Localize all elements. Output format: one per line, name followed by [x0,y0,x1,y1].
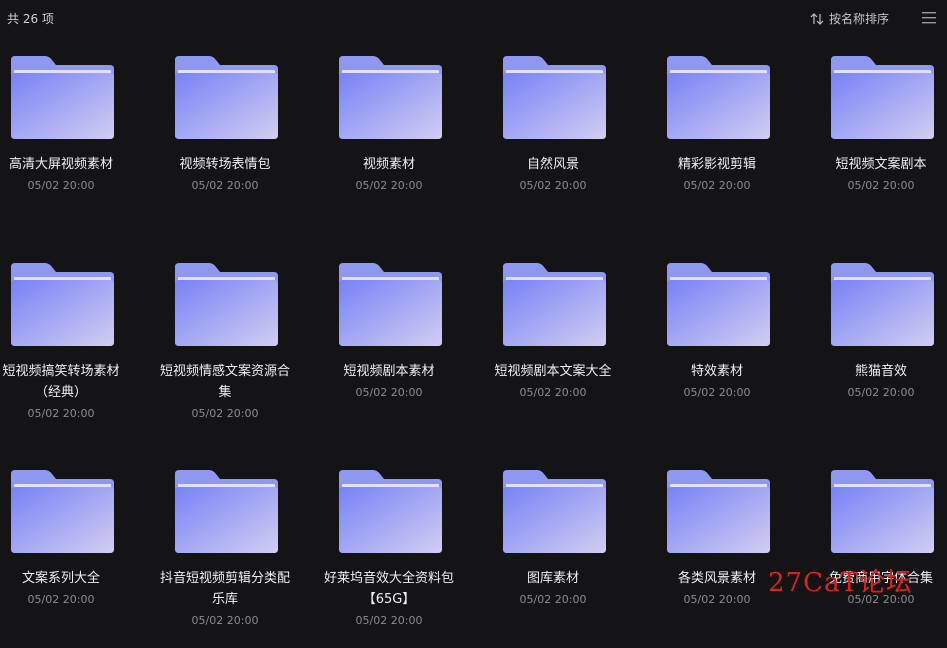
folder-title: 短视频剧本文案大全 [494,364,612,379]
folder-name: 视频转场表情包 05/02 20:00 [155,154,295,196]
folder-item[interactable]: 各类风景素材 05/02 20:00 [647,448,787,648]
folder-item[interactable]: 短视频搞笑转场素材（经典） 05/02 20:00 [0,241,131,441]
folder-item[interactable]: 文案系列大全 05/02 20:00 [0,448,131,648]
folder-icon [503,263,606,346]
folder-date: 05/02 20:00 [191,407,259,420]
toolbar: 共 26 项 按名称排序 [0,0,947,34]
folder-name: 短视频搞笑转场素材（经典） 05/02 20:00 [0,361,131,424]
folder-date: 05/02 20:00 [191,614,259,627]
folder-date: 05/02 20:00 [27,407,95,420]
folder-date: 05/02 20:00 [847,386,915,399]
folder-date: 05/02 20:00 [847,179,915,192]
folder-name: 免费商用字体合集 05/02 20:00 [811,568,947,610]
folder-name: 文案系列大全 05/02 20:00 [0,568,131,610]
folder-item[interactable]: 抖音短视频剪辑分类配乐库 05/02 20:00 [155,448,295,648]
folder-date: 05/02 20:00 [683,593,751,606]
sort-label: 按名称排序 [829,12,890,26]
folder-date: 05/02 20:00 [355,614,423,627]
folder-date: 05/02 20:00 [519,593,587,606]
folder-title: 特效素材 [690,364,743,379]
folder-name: 好莱坞音效大全资料包【65G】 05/02 20:00 [319,568,459,631]
folder-icon [667,263,770,346]
folder-icon [175,470,278,553]
folder-name: 短视频情感文案资源合集 05/02 20:00 [155,361,295,424]
folder-icon [339,263,442,346]
folder-item[interactable]: 特效素材 05/02 20:00 [647,241,787,441]
folder-name: 短视频文案剧本 05/02 20:00 [811,154,947,196]
folder-item[interactable]: 高清大屏视频素材 05/02 20:00 [0,34,131,234]
folder-title: 视频素材 [362,157,415,172]
folder-item[interactable]: 好莱坞音效大全资料包【65G】 05/02 20:00 [319,448,459,648]
folder-name: 熊猫音效 05/02 20:00 [811,361,947,403]
folder-title: 短视频剧本素材 [343,364,435,379]
item-count: 共 26 项 [7,12,54,26]
folder-icon [667,470,770,553]
folder-title: 自然风景 [526,157,579,172]
folder-icon [175,56,278,139]
folder-item[interactable]: 视频素材 05/02 20:00 [319,34,459,234]
folder-icon [831,470,934,553]
folder-icon [11,263,114,346]
view-menu-icon[interactable] [921,10,937,24]
folder-title: 免费商用字体合集 [828,571,933,586]
folder-item[interactable]: 短视频剧本素材 05/02 20:00 [319,241,459,441]
folder-title: 熊猫音效 [854,364,907,379]
folder-title: 各类风景素材 [677,571,756,586]
folder-date: 05/02 20:00 [519,179,587,192]
folder-date: 05/02 20:00 [683,179,751,192]
folder-name: 精彩影视剪辑 05/02 20:00 [647,154,787,196]
sort-button[interactable]: 按名称排序 [810,10,889,27]
folder-title: 短视频搞笑转场素材（经典） [2,364,120,400]
folder-item[interactable]: 免费商用字体合集 05/02 20:00 [811,448,947,648]
folder-title: 视频转场表情包 [179,157,271,172]
folder-title: 短视频文案剧本 [835,157,927,172]
folder-date: 05/02 20:00 [191,179,259,192]
folder-date: 05/02 20:00 [519,386,587,399]
folder-item[interactable]: 精彩影视剪辑 05/02 20:00 [647,34,787,234]
folder-icon [503,470,606,553]
folder-title: 好莱坞音效大全资料包【65G】 [323,571,454,607]
folder-name: 视频素材 05/02 20:00 [319,154,459,196]
folder-date: 05/02 20:00 [847,593,915,606]
folder-date: 05/02 20:00 [355,179,423,192]
folder-name: 抖音短视频剪辑分类配乐库 05/02 20:00 [155,568,295,631]
folder-icon [339,470,442,553]
folder-date: 05/02 20:00 [355,386,423,399]
folder-item[interactable]: 熊猫音效 05/02 20:00 [811,241,947,441]
folder-item[interactable]: 短视频文案剧本 05/02 20:00 [811,34,947,234]
folder-date: 05/02 20:00 [27,593,95,606]
folder-icon [11,56,114,139]
folder-title: 精彩影视剪辑 [677,157,756,172]
folder-title: 高清大屏视频素材 [8,157,113,172]
folder-icon [831,56,934,139]
folder-icon [667,56,770,139]
folder-name: 短视频剧本文案大全 05/02 20:00 [483,361,623,403]
folder-icon [175,263,278,346]
file-grid: 高清大屏视频素材 05/02 20:00 视频转场表情包 05/02 20:00 视频素… [0,34,947,627]
folder-name: 高清大屏视频素材 05/02 20:00 [0,154,131,196]
folder-item[interactable]: 视频转场表情包 05/02 20:00 [155,34,295,234]
folder-name: 各类风景素材 05/02 20:00 [647,568,787,610]
folder-item[interactable]: 图库素材 05/02 20:00 [483,448,623,648]
folder-icon [503,56,606,139]
folder-item[interactable]: 自然风景 05/02 20:00 [483,34,623,234]
folder-date: 05/02 20:00 [683,386,751,399]
folder-title: 图库素材 [526,571,579,586]
folder-title: 抖音短视频剪辑分类配乐库 [159,571,290,607]
folder-title: 文案系列大全 [21,571,100,586]
folder-name: 特效素材 05/02 20:00 [647,361,787,403]
folder-date: 05/02 20:00 [27,179,95,192]
folder-icon [11,470,114,553]
folder-title: 短视频情感文案资源合集 [159,364,290,400]
folder-item[interactable]: 短视频剧本文案大全 05/02 20:00 [483,241,623,441]
folder-name: 短视频剧本素材 05/02 20:00 [319,361,459,403]
folder-name: 图库素材 05/02 20:00 [483,568,623,610]
folder-name: 自然风景 05/02 20:00 [483,154,623,196]
folder-item[interactable]: 短视频情感文案资源合集 05/02 20:00 [155,241,295,441]
sort-icon [810,12,824,25]
folder-icon [339,56,442,139]
folder-icon [831,263,934,346]
